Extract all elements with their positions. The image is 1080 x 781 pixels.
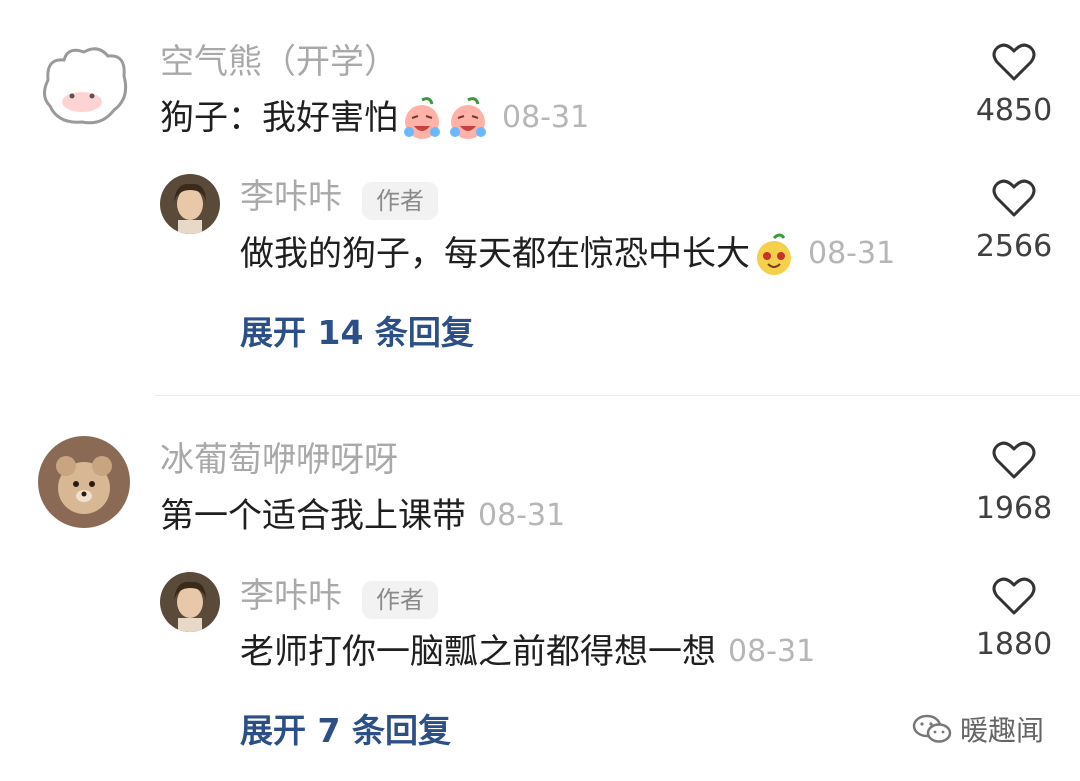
comment-body: 狗子：我好害怕 — [160, 98, 398, 138]
portrait-avatar-icon — [160, 174, 220, 234]
reply-body: 做我的狗子，每天都在惊恐中长大 — [240, 234, 750, 274]
heart-icon[interactable] — [992, 178, 1036, 218]
wechat-icon — [912, 714, 952, 743]
comment-username[interactable]: 空气熊（开学） — [160, 45, 398, 79]
reply-body: 老师打你一脑瓢之前都得想一想 — [240, 632, 716, 672]
portrait-avatar-icon — [160, 572, 220, 632]
like-button[interactable]: 1880 — [964, 576, 1064, 660]
divider — [155, 395, 1080, 396]
like-count: 1880 — [975, 627, 1053, 662]
teddy-bear-avatar-icon — [38, 436, 130, 528]
crying-peach-emoji-icon — [404, 97, 440, 139]
avatar[interactable] — [160, 174, 220, 234]
heart-icon[interactable] — [992, 440, 1036, 480]
like-count: 4850 — [975, 93, 1053, 128]
smiling-fruit-emoji-icon — [757, 233, 791, 275]
avatar[interactable] — [38, 436, 130, 528]
watermark-text: 暖趣闻 — [959, 714, 1044, 747]
comment-text: 狗子：我好害怕 08-31 — [160, 96, 589, 140]
comment-text: 第一个适合我上课带 08-31 — [160, 494, 565, 538]
heart-icon[interactable] — [992, 576, 1036, 616]
comment-username[interactable]: 冰葡萄咿咿呀呀 — [160, 443, 398, 477]
reply-text: 做我的狗子，每天都在惊恐中长大 08-31 — [240, 232, 895, 276]
like-button[interactable]: 2566 — [964, 178, 1064, 262]
reply-date: 08-31 — [728, 634, 816, 669]
comment-body: 第一个适合我上课带 — [160, 496, 466, 536]
reply-username[interactable]: 李咔咔 — [240, 180, 342, 214]
avatar[interactable] — [160, 572, 220, 632]
cloud-bear-avatar-icon — [43, 47, 128, 125]
avatar[interactable] — [38, 40, 130, 132]
expand-replies-link[interactable]: 展开 14 条回复 — [240, 316, 474, 349]
comment-date: 08-31 — [478, 498, 566, 533]
watermark: 暖趣闻 — [912, 709, 1044, 749]
like-count: 2566 — [975, 229, 1053, 264]
author-badge: 作者 — [362, 581, 438, 619]
author-badge: 作者 — [362, 182, 438, 220]
reply-username[interactable]: 李咔咔 — [240, 579, 342, 613]
reply-text: 老师打你一脑瓢之前都得想一想 08-31 — [240, 630, 815, 674]
reply-date: 08-31 — [808, 236, 896, 271]
heart-icon[interactable] — [992, 42, 1036, 82]
comment-date: 08-31 — [502, 100, 590, 135]
expand-replies-link[interactable]: 展开 7 条回复 — [240, 714, 451, 747]
like-button[interactable]: 1968 — [964, 440, 1064, 524]
like-button[interactable]: 4850 — [964, 42, 1064, 126]
like-count: 1968 — [975, 491, 1053, 526]
crying-peach-emoji-icon — [450, 97, 486, 139]
